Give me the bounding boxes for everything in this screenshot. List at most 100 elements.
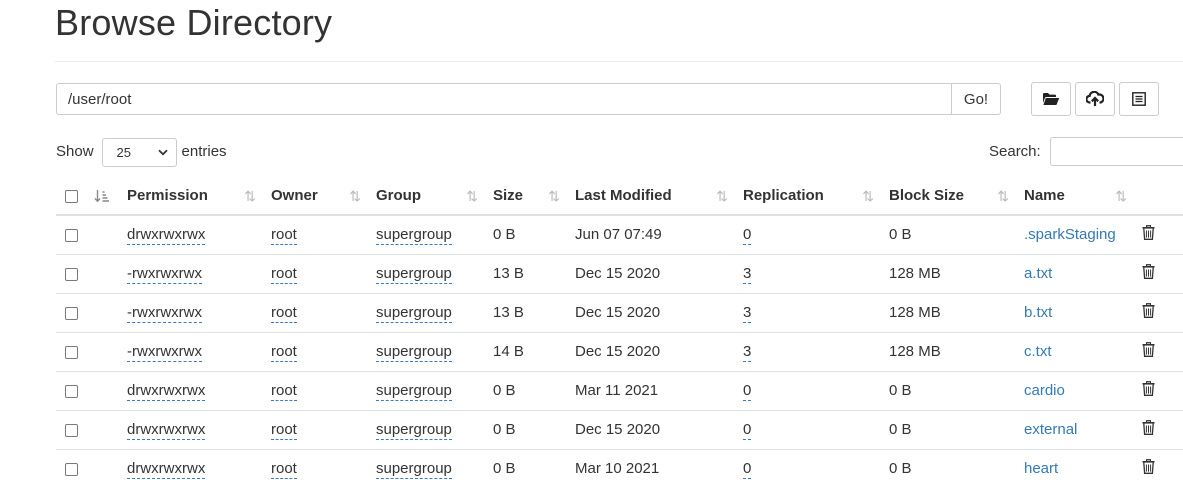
block-size-value: 128 MB [889, 265, 941, 282]
group-value[interactable]: supergroup [376, 460, 452, 480]
row-checkbox[interactable] [65, 228, 78, 242]
group-value[interactable]: supergroup [376, 382, 452, 401]
replication-value[interactable]: 0 [743, 382, 752, 401]
name-cell: cardio [1015, 370, 1133, 410]
row-checkbox[interactable] [65, 306, 78, 320]
upload-button[interactable] [1075, 82, 1115, 116]
trash-icon [1142, 459, 1155, 475]
group-value[interactable]: supergroup [376, 265, 452, 284]
column-header-name[interactable]: Name ⇅ [1015, 177, 1133, 216]
header-label: Name [1024, 187, 1065, 204]
go-button[interactable]: Go! [951, 83, 1001, 115]
permission-cell: drwxrwxrwx [118, 215, 262, 254]
chevron-down-icon [157, 149, 168, 155]
last-modified-value: Jun 07 07:49 [575, 226, 662, 244]
delete-button[interactable] [1142, 342, 1155, 361]
permission-value[interactable]: -rwxrwxrwx [127, 304, 202, 323]
actions-cell [1133, 370, 1183, 410]
cut-paste-button[interactable] [1119, 82, 1159, 116]
column-header-size[interactable]: Size ⇅ [484, 177, 566, 216]
column-header-group[interactable]: Group ⇅ [367, 177, 484, 216]
entries-label: entries [181, 142, 227, 160]
replication-value[interactable]: 0 [743, 421, 752, 440]
replication-value[interactable]: 3 [743, 343, 752, 362]
replication-value[interactable]: 0 [743, 460, 752, 480]
page-title: Browse Directory [55, 2, 333, 43]
replication-cell: 0 [734, 370, 880, 410]
row-checkbox[interactable] [65, 462, 78, 476]
file-name-link[interactable]: b.txt [1024, 304, 1052, 321]
column-header-block-size[interactable]: Block Size ⇅ [880, 177, 1015, 216]
last-modified-cell: Dec 15 2020 [566, 331, 734, 371]
entries-selected-value: 25 [116, 144, 131, 160]
file-name-link[interactable]: c.txt [1024, 343, 1052, 360]
block-size-cell: 128 MB [880, 331, 1015, 371]
row-checkbox[interactable] [65, 423, 78, 437]
search-input[interactable] [1049, 137, 1183, 166]
owner-value[interactable]: root [271, 421, 297, 440]
group-value[interactable]: supergroup [376, 304, 452, 323]
actions-cell [1133, 253, 1183, 293]
column-header-last-modified[interactable]: Last Modified ⇅ [566, 177, 734, 216]
last-modified-cell: Dec 15 2020 [566, 253, 734, 293]
size-cell: 0 B [484, 370, 566, 410]
owner-value[interactable]: root [271, 460, 297, 480]
group-cell: supergroup [367, 215, 484, 254]
delete-button[interactable] [1142, 225, 1155, 244]
column-header-permission[interactable]: Permission ⇅ [118, 177, 262, 216]
row-checkbox[interactable] [65, 384, 78, 398]
default-sort-header[interactable] [85, 177, 118, 216]
owner-value[interactable]: root [271, 343, 297, 362]
select-all-checkbox[interactable] [65, 189, 78, 203]
permission-value[interactable]: drwxrwxrwx [127, 382, 206, 401]
row-select-cell [56, 409, 85, 449]
table-row: drwxrwxrwx root supergroup 0 B Dec 15 20… [56, 409, 1183, 449]
size-cell: 13 B [484, 253, 566, 293]
replication-value[interactable]: 3 [743, 265, 752, 284]
block-size-cell: 0 B [880, 370, 1015, 410]
trash-icon [1142, 420, 1155, 435]
create-directory-button[interactable] [1031, 82, 1071, 116]
file-name-link[interactable]: heart [1024, 460, 1058, 477]
row-spacer-cell [85, 215, 118, 254]
delete-button[interactable] [1142, 381, 1155, 400]
sort-order-icon [94, 190, 109, 203]
column-header-replication[interactable]: Replication ⇅ [734, 177, 880, 216]
sort-icon: ⇅ [997, 188, 1009, 204]
owner-value[interactable]: root [271, 382, 297, 401]
row-checkbox[interactable] [65, 267, 78, 281]
sort-icon: ⇅ [1115, 188, 1127, 204]
permission-value[interactable]: drwxrwxrwx [127, 460, 206, 480]
file-name-link[interactable]: a.txt [1024, 265, 1052, 282]
owner-value[interactable]: root [271, 304, 297, 323]
delete-button[interactable] [1142, 459, 1155, 478]
column-header-owner[interactable]: Owner ⇅ [262, 177, 367, 216]
replication-value[interactable]: 3 [743, 304, 752, 323]
group-value[interactable]: supergroup [376, 226, 452, 246]
name-cell: b.txt [1015, 292, 1133, 332]
group-value[interactable]: supergroup [376, 343, 452, 362]
file-name-link[interactable]: cardio [1024, 382, 1065, 399]
permission-value[interactable]: drwxrwxrwx [127, 421, 206, 440]
file-name-link[interactable]: .sparkStaging [1024, 226, 1116, 243]
entries-per-page-select[interactable]: 25 [101, 137, 177, 167]
delete-button[interactable] [1142, 420, 1155, 439]
group-cell: supergroup [367, 448, 484, 488]
owner-value[interactable]: root [271, 226, 297, 246]
delete-button[interactable] [1142, 303, 1155, 322]
row-checkbox[interactable] [65, 345, 78, 359]
sort-icon: ⇅ [466, 188, 478, 204]
row-select-cell [56, 292, 85, 332]
permission-value[interactable]: -rwxrwxrwx [127, 343, 202, 362]
permission-value[interactable]: drwxrwxrwx [127, 226, 206, 246]
owner-value[interactable]: root [271, 265, 297, 284]
show-label: Show [56, 142, 94, 160]
group-value[interactable]: supergroup [376, 421, 452, 440]
file-name-link[interactable]: external [1024, 421, 1077, 438]
row-select-cell [56, 215, 85, 254]
permission-value[interactable]: -rwxrwxrwx [127, 265, 202, 284]
directory-path-input[interactable] [56, 83, 951, 115]
delete-button[interactable] [1142, 264, 1155, 283]
size-value: 0 B [493, 421, 516, 438]
replication-value[interactable]: 0 [743, 226, 752, 246]
